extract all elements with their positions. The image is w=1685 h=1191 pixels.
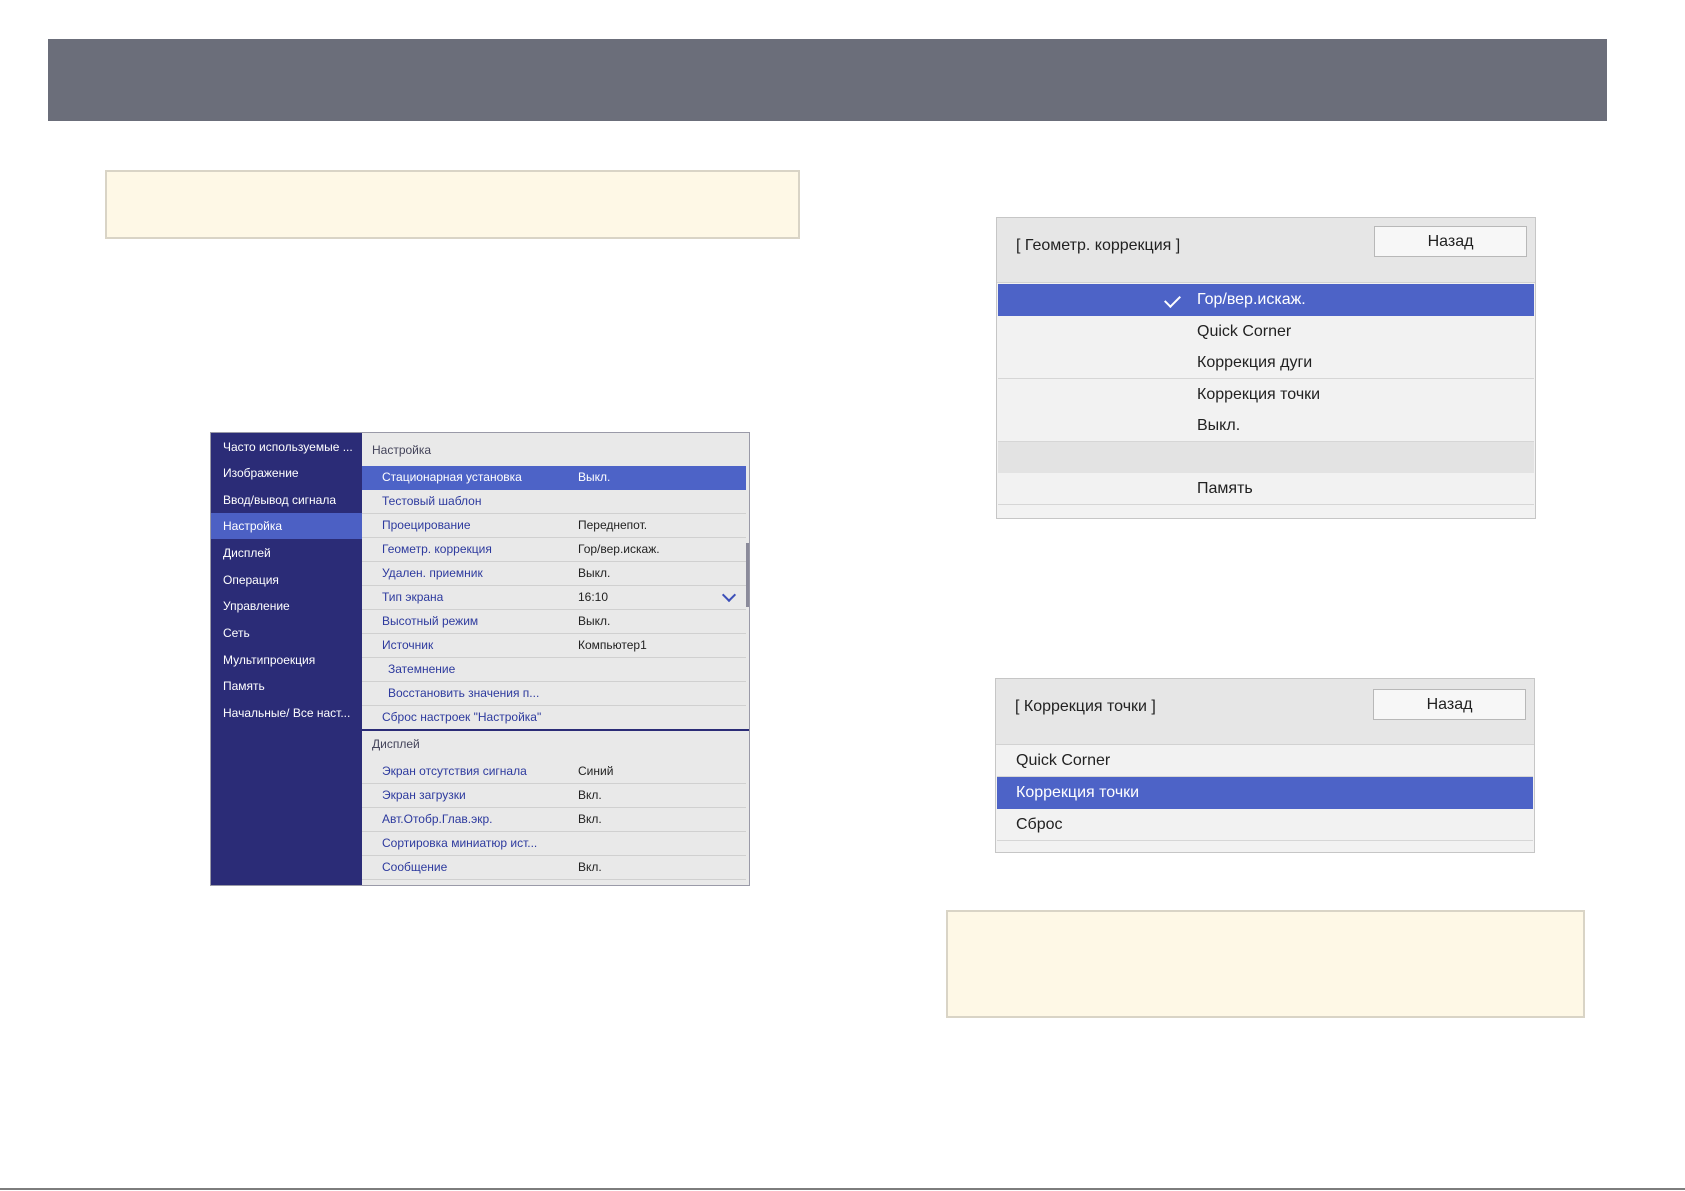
row-label: Сообщение <box>382 860 448 874</box>
option-off[interactable]: Выкл. <box>998 410 1534 442</box>
sidebar-item-initial[interactable]: Начальные/ Все наст... <box>211 700 362 726</box>
row-label: Авт.Отобр.Глав.экр. <box>382 812 493 826</box>
menu-row-geometry[interactable]: Геометр. коррекция Гор/вер.искаж. <box>362 538 746 562</box>
row-value: Компьютер1 <box>578 638 647 652</box>
menu-row-thumbnail-sort[interactable]: Сортировка миниатюр ист... <box>362 832 746 856</box>
row-label: Экран загрузки <box>382 788 466 802</box>
option-point-correction[interactable]: Коррекция точки <box>998 379 1534 411</box>
settings-menu: Часто используемые ... Изображение Ввод/… <box>210 432 750 886</box>
row-label: Тип экрана <box>382 590 444 604</box>
section-title-setup: Настройка <box>372 443 432 457</box>
row-value: Вкл. <box>578 860 602 874</box>
sidebar-item-image[interactable]: Изображение <box>211 460 362 486</box>
menu-row-remote-receiver[interactable]: Удален. приемник Выкл. <box>362 562 746 586</box>
row-label: Стационарная установка <box>382 470 522 484</box>
row-label: Восстановить значения п... <box>388 686 540 700</box>
back-button[interactable]: Назад <box>1373 689 1526 720</box>
menu-content: Настройка Стационарная установка Выкл. Т… <box>362 433 749 885</box>
note-box-bottom <box>946 910 1585 1018</box>
sidebar-item-setup[interactable]: Настройка <box>211 513 362 539</box>
row-value: Синий <box>578 764 614 778</box>
option-label: Quick Corner <box>1197 323 1292 340</box>
row-label: Высотный режим <box>382 614 479 628</box>
menu-row-dimming[interactable]: Затемнение <box>362 658 746 682</box>
menu-row-source[interactable]: Источник Компьютер1 <box>362 634 746 658</box>
row-label: Проецирование <box>382 518 471 532</box>
section-divider <box>362 729 749 731</box>
dialog-title: [ Геометр. коррекция ] <box>1016 237 1181 254</box>
option-label: Сброс <box>1016 816 1063 833</box>
menu-row-projection[interactable]: Проецирование Переднепот. <box>362 514 746 538</box>
row-value: Гор/вер.искаж. <box>578 542 660 556</box>
sidebar-item-multiprojection[interactable]: Мультипроекция <box>211 647 362 673</box>
note-box-top <box>105 170 800 239</box>
sidebar-item-management[interactable]: Управление <box>211 593 362 619</box>
row-value: Вкл. <box>578 812 602 826</box>
sidebar-item-network[interactable]: Сеть <box>211 620 362 646</box>
option-spacer <box>998 442 1534 474</box>
menu-row-test-pattern[interactable]: Тестовый шаблон <box>362 490 746 514</box>
section-title-display: Дисплей <box>372 737 420 751</box>
option-label: Коррекция дуги <box>1197 354 1313 371</box>
menu-row-screen-type[interactable]: Тип экрана 16:10 <box>362 586 746 610</box>
dialog-header: [ Геометр. коррекция ] Назад <box>997 218 1535 283</box>
row-label: Удален. приемник <box>382 566 483 580</box>
row-value: Выкл. <box>578 614 611 628</box>
row-label: Источник <box>382 638 434 652</box>
back-button[interactable]: Назад <box>1374 226 1527 257</box>
sidebar-item-operation[interactable]: Операция <box>211 567 362 593</box>
row-label: Сортировка миниатюр ист... <box>382 836 538 850</box>
option-label: Quick Corner <box>1016 752 1111 769</box>
option-point-correction[interactable]: Коррекция точки <box>997 777 1533 809</box>
option-label: Коррекция точки <box>1016 784 1140 801</box>
menu-row-message[interactable]: Сообщение Вкл. <box>362 856 746 880</box>
option-quick-corner[interactable]: Quick Corner <box>998 316 1534 348</box>
sidebar-item-display[interactable]: Дисплей <box>211 540 362 566</box>
geometry-dialog: [ Геометр. коррекция ] Назад Гор/вер.иск… <box>996 217 1536 519</box>
row-label: Сброс настроек "Настройка" <box>382 710 542 724</box>
point-correction-dialog: [ Коррекция точки ] Назад Quick Corner К… <box>995 678 1535 853</box>
row-label: Геометр. коррекция <box>382 542 492 556</box>
header-bar <box>48 39 1607 121</box>
row-label: Тестовый шаблон <box>382 494 482 508</box>
menu-row-auto-home[interactable]: Авт.Отобр.Глав.экр. Вкл. <box>362 808 746 832</box>
menu-row-altitude[interactable]: Высотный режим Выкл. <box>362 610 746 634</box>
row-value: Переднепот. <box>578 518 648 532</box>
row-label: Экран отсутствия сигнала <box>382 764 527 778</box>
row-value: Выкл. <box>578 566 611 580</box>
row-value: 16:10 <box>578 590 609 604</box>
row-value: Выкл. <box>578 470 611 484</box>
sidebar-item-memory[interactable]: Память <box>211 673 362 699</box>
menu-scrollbar[interactable] <box>746 543 749 607</box>
dialog-header: [ Коррекция точки ] Назад <box>996 679 1534 745</box>
option-label: Выкл. <box>1197 417 1241 434</box>
option-memory[interactable]: Память <box>998 473 1534 505</box>
menu-row-startup-screen[interactable]: Экран загрузки Вкл. <box>362 784 746 808</box>
option-keystone[interactable]: Гор/вер.искаж. <box>998 284 1534 316</box>
option-arc-correction[interactable]: Коррекция дуги <box>998 347 1534 379</box>
dialog-title: [ Коррекция точки ] <box>1015 698 1156 715</box>
chevron-down-icon[interactable] <box>721 587 737 603</box>
option-label: Гор/вер.искаж. <box>1197 291 1306 308</box>
menu-sidebar: Часто используемые ... Изображение Ввод/… <box>211 433 362 885</box>
menu-row-restore[interactable]: Восстановить значения п... <box>362 682 746 706</box>
option-quick-corner[interactable]: Quick Corner <box>997 745 1533 777</box>
menu-row-reset-setup[interactable]: Сброс настроек "Настройка" <box>362 706 746 730</box>
menu-row-no-signal-screen[interactable]: Экран отсутствия сигнала Синий <box>362 760 746 784</box>
sidebar-item-frequent[interactable]: Часто используемые ... <box>211 434 362 460</box>
checkmark-icon <box>1164 291 1181 308</box>
page-footer-line <box>0 1188 1685 1190</box>
option-reset[interactable]: Сброс <box>997 809 1533 841</box>
option-label: Память <box>1197 480 1253 497</box>
row-label: Затемнение <box>388 662 456 676</box>
option-label: Коррекция точки <box>1197 386 1321 403</box>
row-value: Вкл. <box>578 788 602 802</box>
menu-row-fixed-install[interactable]: Стационарная установка Выкл. <box>362 466 746 490</box>
sidebar-item-signal-io[interactable]: Ввод/вывод сигнала <box>211 487 362 513</box>
